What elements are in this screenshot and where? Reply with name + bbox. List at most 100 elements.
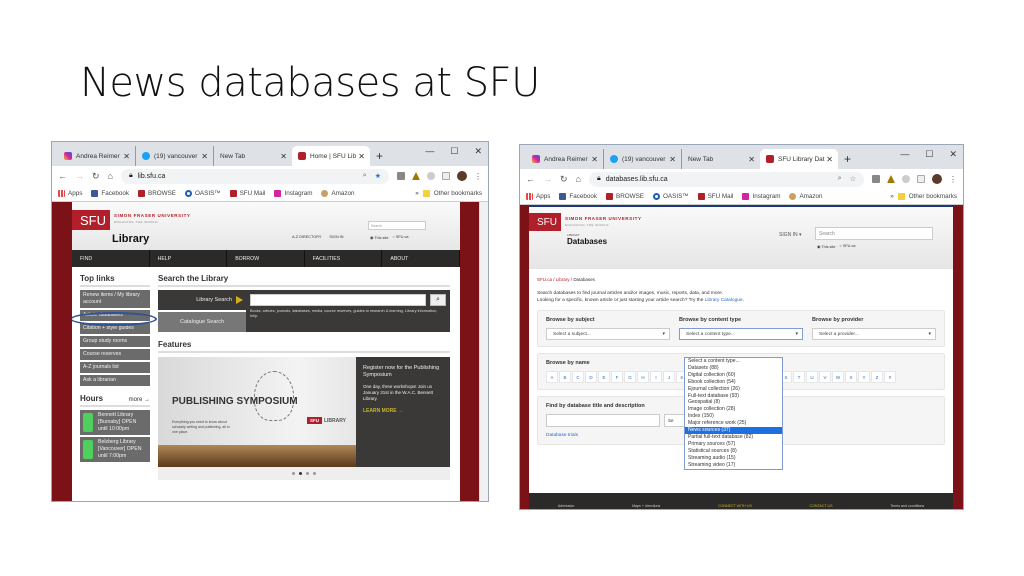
close-tab-icon[interactable]: ✕ bbox=[358, 152, 365, 161]
footer-maps[interactable]: Maps + directions bbox=[632, 504, 660, 508]
content-type-option[interactable]: Partial full-text database (82) bbox=[685, 434, 782, 441]
nav-help[interactable]: HELP bbox=[150, 250, 228, 267]
az-directory-link[interactable]: A-Z DIRECTORY bbox=[292, 235, 321, 239]
back-icon[interactable]: ← bbox=[58, 171, 67, 181]
carousel-dot[interactable] bbox=[306, 472, 309, 475]
radio-sfu[interactable]: ○ SFU.ca bbox=[839, 244, 855, 249]
footer-connect[interactable]: CONNECT WITH US bbox=[718, 504, 752, 508]
library-catalogue-link[interactable]: Library Catalogue bbox=[705, 298, 743, 303]
scrollbar[interactable] bbox=[479, 202, 488, 501]
minimize-icon[interactable]: — bbox=[425, 146, 434, 157]
bookmark-instagram[interactable]: Instagram bbox=[274, 190, 312, 197]
tab-new-tab[interactable]: New Tab ✕ bbox=[682, 149, 760, 169]
content-type-option[interactable]: Streaming video (17) bbox=[685, 462, 782, 469]
bookmark-apps[interactable]: Apps bbox=[526, 193, 550, 200]
letter-link-c[interactable]: C bbox=[572, 371, 584, 383]
tab-new-tab[interactable]: New Tab ✕ bbox=[214, 146, 292, 166]
sfu-logo[interactable]: SFU bbox=[529, 213, 561, 231]
profile-avatar[interactable] bbox=[457, 171, 467, 181]
home-icon[interactable]: ⌂ bbox=[108, 171, 113, 181]
bookmark-amazon[interactable]: Amazon bbox=[321, 190, 355, 197]
content-type-option[interactable]: Image collection (28) bbox=[685, 406, 782, 413]
bookmark-facebook[interactable]: Facebook bbox=[91, 190, 129, 197]
footer-admission[interactable]: Admission bbox=[558, 504, 575, 508]
letter-link-b[interactable]: B bbox=[559, 371, 571, 383]
letter-link-y[interactable]: Y bbox=[858, 371, 870, 383]
feature-carousel[interactable]: PUBLISHING SYMPOSIUM Everything you need… bbox=[158, 357, 450, 467]
overflow-chevron-icon[interactable]: » bbox=[890, 193, 894, 200]
letter-link-h[interactable]: H bbox=[637, 371, 649, 383]
maximize-icon[interactable]: ☐ bbox=[925, 149, 933, 160]
bookmark-oasis[interactable]: OASIS™ bbox=[185, 190, 221, 197]
site-title[interactable]: Databases bbox=[567, 237, 607, 246]
close-tab-icon[interactable]: ✕ bbox=[123, 152, 130, 161]
nav-borrow[interactable]: BORROW bbox=[227, 250, 305, 267]
content-type-option[interactable]: Ebook collection (54) bbox=[685, 379, 782, 386]
content-type-option-highlighted[interactable]: News sources (37) bbox=[685, 427, 782, 434]
letter-link-d[interactable]: D bbox=[585, 371, 597, 383]
forward-icon[interactable]: → bbox=[75, 171, 84, 181]
tab-instagram[interactable]: Andrea Reimer ✕ bbox=[58, 146, 136, 166]
carousel-dot[interactable] bbox=[313, 472, 316, 475]
sign-in-link[interactable]: SIGN IN bbox=[329, 235, 343, 239]
zoom-icon[interactable]: ⌕ bbox=[363, 172, 367, 180]
other-bookmarks[interactable]: » Other bookmarks bbox=[415, 190, 482, 197]
top-link-renew[interactable]: Renew items / My library account bbox=[80, 290, 150, 308]
content-type-option[interactable]: Statistical sources (8) bbox=[685, 448, 782, 455]
breadcrumb-sfu[interactable]: SFU.ca bbox=[537, 277, 552, 282]
learn-more-link[interactable]: LEARN MORE → bbox=[363, 408, 443, 414]
close-tab-icon[interactable]: ✕ bbox=[669, 155, 676, 164]
tab-instagram[interactable]: Andrea Reimer ✕ bbox=[526, 149, 604, 169]
letter-link-g[interactable]: G bbox=[624, 371, 636, 383]
bookmark-sfu-mail[interactable]: SFU Mail bbox=[229, 190, 265, 197]
content-type-option[interactable]: Major reference work (25) bbox=[685, 420, 782, 427]
search-button[interactable]: ⌕ bbox=[430, 294, 446, 306]
top-link-journals[interactable]: A-Z journals list bbox=[80, 362, 150, 373]
content-type-option[interactable]: Datasets (88) bbox=[685, 365, 782, 372]
nav-facilities[interactable]: FACILITIES bbox=[305, 250, 383, 267]
content-type-option[interactable]: Select a content type... bbox=[685, 358, 782, 365]
tab-sfu-library[interactable]: Home | SFU Lib ✕ bbox=[292, 146, 370, 166]
letter-link-f[interactable]: F bbox=[611, 371, 623, 383]
tab-twitter[interactable]: (19) vancouver ✕ bbox=[136, 146, 214, 166]
address-bar[interactable]: 🔒︎ lib.sfu.ca ⌕ ★ bbox=[120, 168, 389, 184]
site-title[interactable]: Library bbox=[112, 233, 149, 245]
letter-link-u[interactable]: U bbox=[806, 371, 818, 383]
bookmark-browse[interactable]: BROWSE bbox=[606, 193, 644, 200]
footer-contact[interactable]: CONTACT US bbox=[810, 504, 833, 508]
bookmark-sfu-mail[interactable]: SFU Mail bbox=[697, 193, 733, 200]
site-search-input[interactable]: Search bbox=[815, 227, 933, 240]
reload-icon[interactable]: ↻ bbox=[92, 171, 100, 182]
close-tab-icon[interactable]: ✕ bbox=[201, 152, 208, 161]
menu-icon[interactable]: ⋮ bbox=[474, 172, 482, 181]
tab-sfu-databases[interactable]: SFU Library Dat ✕ bbox=[760, 149, 838, 169]
database-search-input[interactable] bbox=[546, 414, 660, 427]
content-type-option[interactable]: Ejournal collection (26) bbox=[685, 386, 782, 393]
top-link-course-reserves[interactable]: Course reserves bbox=[80, 349, 150, 360]
tab-twitter[interactable]: (19) vancouver ✕ bbox=[604, 149, 682, 169]
zoom-icon[interactable]: ⌕ bbox=[838, 175, 842, 183]
bookmark-star-icon[interactable]: ☆ bbox=[850, 175, 856, 183]
extension-icon[interactable] bbox=[397, 172, 405, 180]
breadcrumb-library[interactable]: Library bbox=[556, 277, 570, 282]
letter-link-t[interactable]: T bbox=[793, 371, 805, 383]
footer-terms[interactable]: Terms and conditions bbox=[890, 504, 924, 508]
bookmark-oasis[interactable]: OASIS™ bbox=[653, 193, 689, 200]
address-bar[interactable]: 🔒︎ databases.lib.sfu.ca ⌕ ☆ bbox=[588, 171, 864, 187]
letter-link-j[interactable]: J bbox=[663, 371, 675, 383]
close-tab-icon[interactable]: ✕ bbox=[826, 155, 833, 164]
letter-link-hash[interactable]: # bbox=[884, 371, 896, 383]
catalogue-search-tab[interactable]: Catalogue Search bbox=[158, 312, 246, 332]
home-icon[interactable]: ⌂ bbox=[576, 174, 581, 184]
maximize-icon[interactable]: ☐ bbox=[450, 146, 458, 157]
overflow-chevron-icon[interactable]: » bbox=[415, 190, 419, 197]
top-link-study-rooms[interactable]: Group study rooms bbox=[80, 336, 150, 347]
subject-select[interactable]: Select a subject... bbox=[546, 328, 670, 340]
letter-link-a[interactable]: A bbox=[546, 371, 558, 383]
close-tab-icon[interactable]: ✕ bbox=[280, 152, 287, 161]
provider-select[interactable]: Select a provider... bbox=[812, 328, 936, 340]
bookmark-instagram[interactable]: Instagram bbox=[742, 193, 780, 200]
close-tab-icon[interactable]: ✕ bbox=[591, 155, 598, 164]
content-type-option[interactable]: Index (150) bbox=[685, 413, 782, 420]
extension-icon[interactable] bbox=[427, 172, 435, 180]
